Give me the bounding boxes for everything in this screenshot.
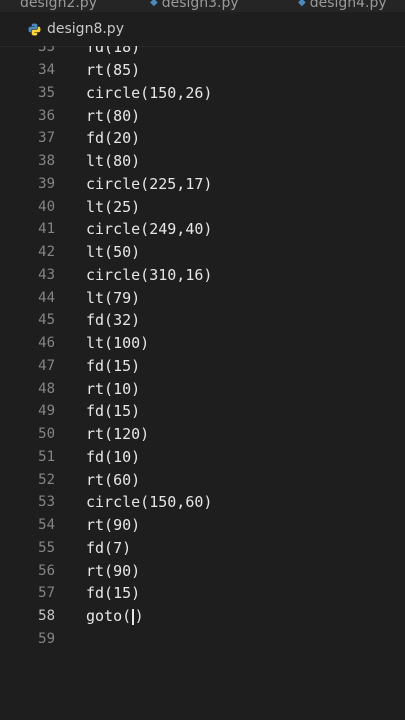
code-line[interactable]: 53 circle(150,60) (0, 491, 405, 514)
code-line[interactable]: 59 (0, 628, 405, 651)
line-number: 36 (38, 107, 55, 124)
code-line[interactable]: 50 rt(120) (0, 423, 405, 446)
line-number: 49 (38, 403, 55, 420)
code-line[interactable]: 40 lt(25) (0, 195, 405, 218)
code-text[interactable]: fd(32) (86, 311, 140, 329)
code-text[interactable]: rt(10) (86, 380, 140, 398)
line-number: 43 (38, 266, 55, 283)
line-number: 58 (38, 608, 55, 625)
code-text[interactable]: lt(25) (86, 198, 140, 216)
line-number: 46 (38, 335, 55, 352)
code-line[interactable]: 54 rt(90) (0, 514, 405, 537)
code-line-active[interactable]: 58 goto() (0, 605, 405, 628)
code-line[interactable]: 39 circle(225,17) (0, 173, 405, 196)
code-text[interactable]: rt(85) (86, 61, 140, 79)
code-line[interactable]: 56 rt(90) (0, 559, 405, 582)
code-text[interactable]: rt(120) (86, 425, 149, 443)
code-line[interactable]: 34 rt(85) (0, 59, 405, 82)
line-number: 37 (38, 130, 55, 147)
line-number: 47 (38, 357, 55, 374)
code-text[interactable]: fd(10) (86, 448, 140, 466)
code-text[interactable]: circle(150,26) (86, 84, 212, 102)
code-line[interactable]: 52 rt(60) (0, 468, 405, 491)
code-text[interactable]: fd(20) (86, 129, 140, 147)
code-text[interactable]: lt(100) (86, 334, 149, 352)
code-text[interactable]: fd(7) (86, 539, 131, 557)
code-text[interactable]: circle(150,60) (86, 493, 212, 511)
line-number: 33 (38, 46, 55, 56)
code-line[interactable]: 44 lt(79) (0, 286, 405, 309)
code-line[interactable]: 43 circle(310,16) (0, 264, 405, 287)
line-number: 57 (38, 585, 55, 602)
line-number: 50 (38, 426, 55, 443)
line-number: 39 (38, 175, 55, 192)
line-number: 45 (38, 312, 55, 329)
code-text[interactable]: circle(249,40) (86, 220, 212, 238)
tab-design2[interactable]: design2.py (20, 0, 97, 12)
code-line[interactable]: 55 fd(7) (0, 537, 405, 560)
tab-design4[interactable]: ◆ design4.py (298, 0, 387, 12)
code-line[interactable]: 38 lt(80) (0, 150, 405, 173)
tab-design3[interactable]: ◆ design3.py (150, 0, 239, 12)
code-line[interactable]: 47 fd(15) (0, 355, 405, 378)
tab-label: design2.py (20, 0, 97, 11)
code-line[interactable]: 49 fd(15) (0, 400, 405, 423)
tab-bar: design2.py ◆ design3.py ◆ design4.py (0, 0, 405, 12)
text-cursor (132, 608, 134, 625)
code-line[interactable]: 45 fd(32) (0, 309, 405, 332)
python-file-icon (27, 22, 41, 36)
line-number: 35 (38, 84, 55, 101)
code-line[interactable]: 48 rt(10) (0, 377, 405, 400)
line-number: 53 (38, 494, 55, 511)
code-text[interactable]: lt(50) (86, 243, 140, 261)
tab-label: design4.py (309, 0, 387, 11)
line-number: 38 (38, 153, 55, 170)
code-text[interactable]: fd(18) (86, 46, 140, 56)
line-number: 48 (38, 380, 55, 397)
code-text[interactable]: circle(310,16) (86, 266, 212, 284)
code-line[interactable]: 42 lt(50) (0, 241, 405, 264)
code-line[interactable]: 36 rt(80) (0, 104, 405, 127)
code-line[interactable]: 37 fd(20) (0, 127, 405, 150)
code-line[interactable]: 57 fd(15) (0, 582, 405, 605)
line-number: 40 (38, 198, 55, 215)
line-number: 51 (38, 448, 55, 465)
code-text[interactable]: fd(15) (86, 402, 140, 420)
code-line[interactable]: 35 circle(150,26) (0, 82, 405, 105)
python-file-icon: ◆ (298, 0, 306, 8)
breadcrumb: design8.py (0, 12, 405, 47)
code-editor[interactable]: 33 fd(18) 34 rt(85) 35 circle(150,26) 36… (0, 46, 405, 720)
code-text[interactable]: rt(90) (86, 516, 140, 534)
code-text[interactable]: fd(15) (86, 584, 140, 602)
line-number: 42 (38, 244, 55, 261)
line-number: 41 (38, 221, 55, 238)
code-text[interactable]: rt(90) (86, 562, 140, 580)
line-number: 34 (38, 62, 55, 79)
code-text[interactable]: rt(60) (86, 471, 140, 489)
code-text[interactable]: circle(225,17) (86, 175, 212, 193)
code-text[interactable]: goto() (86, 607, 144, 625)
code-text[interactable]: rt(80) (86, 107, 140, 125)
line-number: 59 (38, 630, 55, 647)
code-line[interactable]: 41 circle(249,40) (0, 218, 405, 241)
python-file-icon: ◆ (150, 0, 158, 8)
line-number: 52 (38, 471, 55, 488)
code-after-cursor: ) (134, 607, 144, 626)
line-number: 55 (38, 539, 55, 556)
code-text[interactable]: lt(80) (86, 152, 140, 170)
code-before-cursor: goto( (86, 607, 132, 626)
code-line[interactable]: 51 fd(10) (0, 446, 405, 469)
line-number: 44 (38, 289, 55, 306)
tab-label: design3.py (161, 0, 239, 11)
line-number: 56 (38, 562, 55, 579)
line-number: 54 (38, 517, 55, 534)
code-line[interactable]: 46 lt(100) (0, 332, 405, 355)
code-text[interactable]: lt(79) (86, 289, 140, 307)
code-line[interactable]: 33 fd(18) (0, 46, 405, 59)
breadcrumb-file[interactable]: design8.py (47, 21, 124, 37)
code-text[interactable]: fd(15) (86, 357, 140, 375)
